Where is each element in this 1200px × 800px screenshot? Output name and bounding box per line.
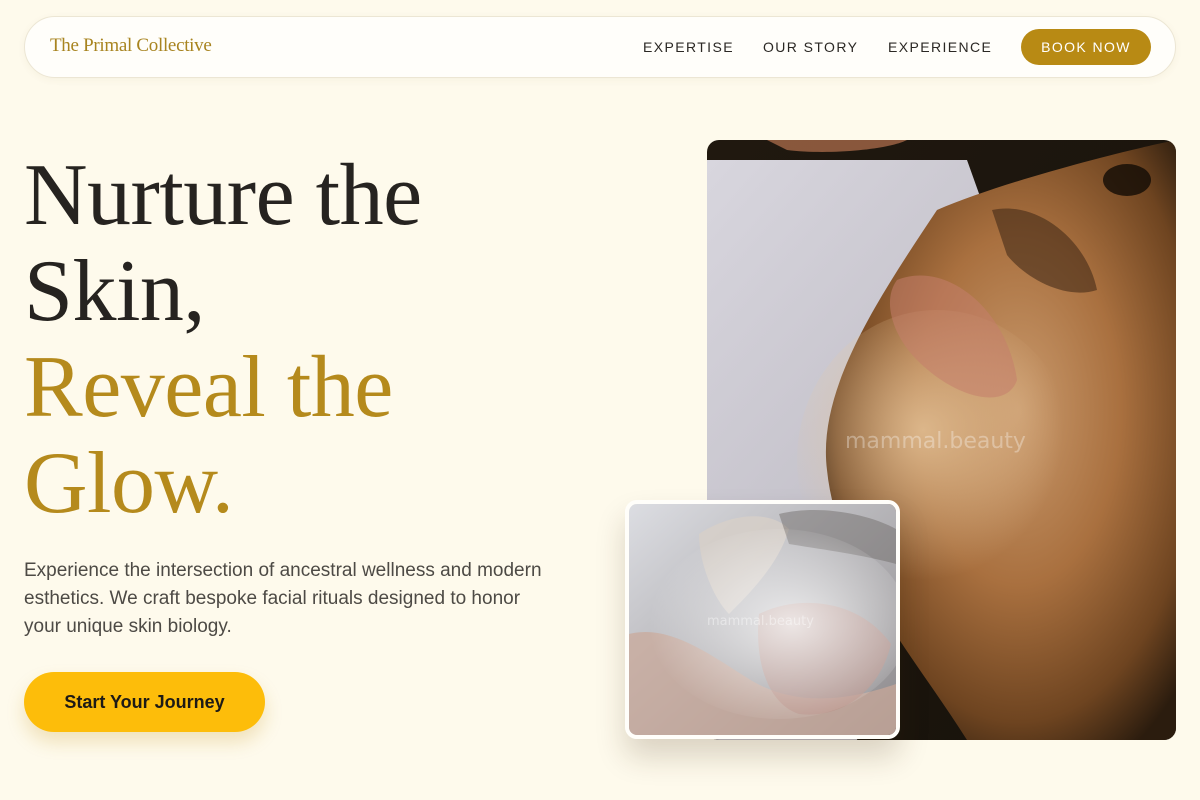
inset-photo-watermark: mammal.beauty xyxy=(707,614,814,629)
book-now-button[interactable]: BOOK NOW xyxy=(1021,29,1151,65)
headline-line-1: Nurture the xyxy=(24,147,422,244)
start-journey-button[interactable]: Start Your Journey xyxy=(24,672,265,732)
nav-link-experience[interactable]: EXPERIENCE xyxy=(888,39,992,55)
brand-logo[interactable]: The Primal Collective xyxy=(50,35,212,57)
headline-line-4: Glow. xyxy=(24,435,234,532)
site-header: The Primal Collective EXPERTISE OUR STOR… xyxy=(24,16,1176,78)
nav-link-expertise[interactable]: EXPERTISE xyxy=(643,39,734,55)
inset-steam-photo: mammal.beauty xyxy=(625,500,900,739)
main-photo-watermark: mammal.beauty xyxy=(845,429,1026,454)
headline-line-3: Reveal the xyxy=(24,339,393,436)
headline-line-2: Skin, xyxy=(24,243,205,340)
hero-intro-text: Experience the intersection of ancestral… xyxy=(24,560,542,637)
nav-link-our-story[interactable]: OUR STORY xyxy=(763,39,858,55)
hero-headline: Nurture the Skin, Reveal the Glow. xyxy=(24,148,422,532)
